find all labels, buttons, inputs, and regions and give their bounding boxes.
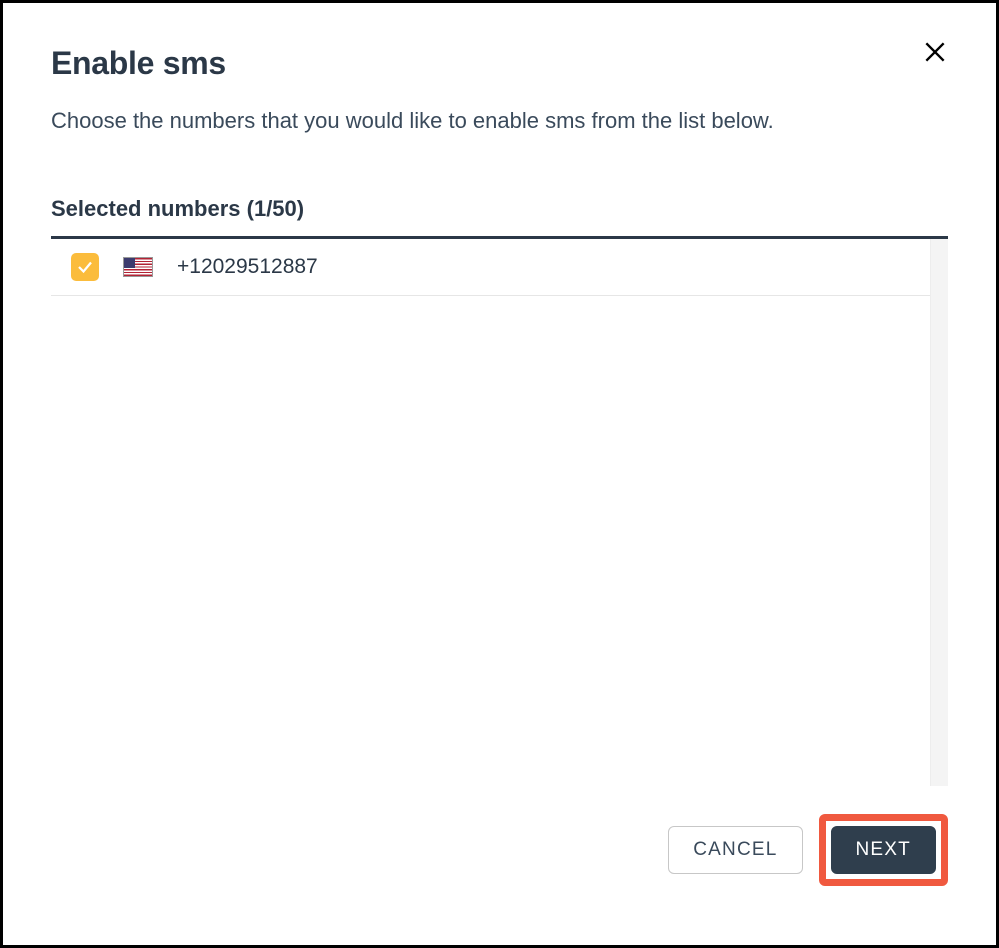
close-icon — [922, 39, 948, 65]
number-checkbox[interactable] — [71, 253, 99, 281]
enable-sms-modal: Enable sms Choose the numbers that you w… — [0, 0, 999, 948]
modal-header: Enable sms — [51, 45, 948, 82]
next-button-highlight: NEXT — [819, 814, 948, 886]
number-row[interactable]: +12029512887 — [51, 239, 948, 296]
numbers-list-area: +12029512887 — [51, 236, 948, 786]
cancel-button[interactable]: CANCEL — [668, 826, 802, 874]
close-button[interactable] — [922, 39, 948, 68]
country-flag — [123, 257, 153, 277]
modal-footer: CANCEL NEXT — [51, 814, 948, 886]
modal-subtitle: Choose the numbers that you would like t… — [51, 108, 948, 134]
modal-title: Enable sms — [51, 45, 226, 82]
phone-number-text: +12029512887 — [177, 255, 318, 279]
us-flag-icon — [123, 257, 153, 277]
numbers-list[interactable]: +12029512887 — [51, 236, 948, 786]
next-button[interactable]: NEXT — [831, 826, 936, 874]
selected-numbers-heading: Selected numbers (1/50) — [51, 196, 948, 222]
checkmark-icon — [76, 258, 94, 276]
